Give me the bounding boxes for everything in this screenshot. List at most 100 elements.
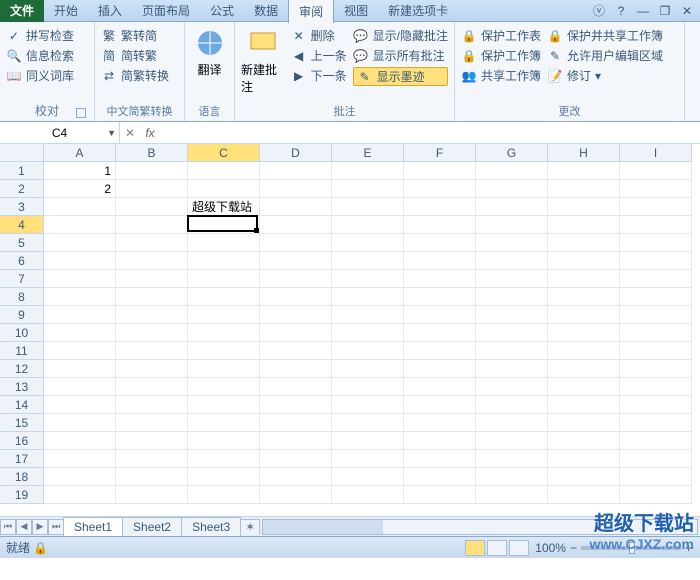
cell-D4[interactable] xyxy=(260,216,332,234)
cell-G2[interactable] xyxy=(476,180,548,198)
cell-E6[interactable] xyxy=(332,252,404,270)
col-header-E[interactable]: E xyxy=(332,144,404,162)
cell-H13[interactable] xyxy=(548,378,620,396)
cell-A13[interactable] xyxy=(44,378,116,396)
row-header-8[interactable]: 8 xyxy=(0,288,44,306)
cell-C15[interactable] xyxy=(188,414,260,432)
worksheet[interactable]: ABCDEFGHI 12345678910111213141516171819 … xyxy=(0,144,700,516)
cell-H8[interactable] xyxy=(548,288,620,306)
new-comment-button[interactable]: 新建批注 xyxy=(241,24,285,95)
cell-I4[interactable] xyxy=(620,216,692,234)
cell-F4[interactable] xyxy=(404,216,476,234)
cell-A15[interactable] xyxy=(44,414,116,432)
cancel-formula-icon[interactable]: ✕ xyxy=(120,126,140,140)
show-all-comments-button[interactable]: 💬显示所有批注 xyxy=(353,47,448,64)
prev-comment-button[interactable]: ◀上一条 xyxy=(291,47,347,64)
cell-G9[interactable] xyxy=(476,306,548,324)
cell-H6[interactable] xyxy=(548,252,620,270)
cell-A8[interactable] xyxy=(44,288,116,306)
research-button[interactable]: 🔍信息检索 xyxy=(6,47,74,64)
cell-G5[interactable] xyxy=(476,234,548,252)
allow-edit-button[interactable]: ✎允许用户编辑区域 xyxy=(547,47,663,64)
cell-E12[interactable] xyxy=(332,360,404,378)
cell-A10[interactable] xyxy=(44,324,116,342)
last-sheet-button[interactable]: ⏭ xyxy=(48,519,64,535)
cell-G18[interactable] xyxy=(476,468,548,486)
cell-B13[interactable] xyxy=(116,378,188,396)
cell-B10[interactable] xyxy=(116,324,188,342)
cell-E2[interactable] xyxy=(332,180,404,198)
row-header-9[interactable]: 9 xyxy=(0,306,44,324)
name-box[interactable]: C4▼ xyxy=(0,122,120,143)
sheet-tab-3[interactable]: Sheet3 xyxy=(181,517,241,536)
translate-button[interactable]: 翻译 xyxy=(191,24,228,78)
tab-layout[interactable]: 页面布局 xyxy=(132,0,200,22)
cell-D13[interactable] xyxy=(260,378,332,396)
delete-comment-button[interactable]: ✕删除 xyxy=(291,27,347,44)
spellcheck-button[interactable]: ✓拼写检查 xyxy=(6,27,74,44)
cell-F19[interactable] xyxy=(404,486,476,504)
cell-E10[interactable] xyxy=(332,324,404,342)
next-sheet-button[interactable]: ▶ xyxy=(32,519,48,535)
cell-I11[interactable] xyxy=(620,342,692,360)
page-break-view-button[interactable] xyxy=(509,540,529,556)
toggle-comment-button[interactable]: 💬显示/隐藏批注 xyxy=(353,27,448,44)
cell-B11[interactable] xyxy=(116,342,188,360)
cell-I14[interactable] xyxy=(620,396,692,414)
show-ink-button[interactable]: ✎显示墨迹 xyxy=(353,67,448,86)
cell-I3[interactable] xyxy=(620,198,692,216)
cell-D19[interactable] xyxy=(260,486,332,504)
cell-A7[interactable] xyxy=(44,270,116,288)
row-header-14[interactable]: 14 xyxy=(0,396,44,414)
row-header-12[interactable]: 12 xyxy=(0,360,44,378)
cell-F5[interactable] xyxy=(404,234,476,252)
cell-G13[interactable] xyxy=(476,378,548,396)
cell-I15[interactable] xyxy=(620,414,692,432)
cell-G1[interactable] xyxy=(476,162,548,180)
cell-C7[interactable] xyxy=(188,270,260,288)
row-header-5[interactable]: 5 xyxy=(0,234,44,252)
cell-D9[interactable] xyxy=(260,306,332,324)
cell-E8[interactable] xyxy=(332,288,404,306)
cell-H15[interactable] xyxy=(548,414,620,432)
cell-A3[interactable] xyxy=(44,198,116,216)
thesaurus-button[interactable]: 📖同义词库 xyxy=(6,67,74,84)
cell-C2[interactable] xyxy=(188,180,260,198)
tab-insert[interactable]: 插入 xyxy=(88,0,132,22)
fx-icon[interactable]: fx xyxy=(140,126,160,140)
cell-B3[interactable] xyxy=(116,198,188,216)
cell-D8[interactable] xyxy=(260,288,332,306)
cell-B12[interactable] xyxy=(116,360,188,378)
cell-C16[interactable] xyxy=(188,432,260,450)
cell-D16[interactable] xyxy=(260,432,332,450)
zoom-level[interactable]: 100% xyxy=(535,541,566,555)
cell-F12[interactable] xyxy=(404,360,476,378)
cell-B17[interactable] xyxy=(116,450,188,468)
cell-C5[interactable] xyxy=(188,234,260,252)
cell-F13[interactable] xyxy=(404,378,476,396)
next-comment-button[interactable]: ▶下一条 xyxy=(291,67,347,84)
cell-B4[interactable] xyxy=(116,216,188,234)
cell-C9[interactable] xyxy=(188,306,260,324)
cell-C13[interactable] xyxy=(188,378,260,396)
cell-F1[interactable] xyxy=(404,162,476,180)
cell-D11[interactable] xyxy=(260,342,332,360)
cell-A18[interactable] xyxy=(44,468,116,486)
cell-H4[interactable] xyxy=(548,216,620,234)
cell-H11[interactable] xyxy=(548,342,620,360)
cell-H16[interactable] xyxy=(548,432,620,450)
cell-F3[interactable] xyxy=(404,198,476,216)
cell-B16[interactable] xyxy=(116,432,188,450)
cell-I2[interactable] xyxy=(620,180,692,198)
row-header-11[interactable]: 11 xyxy=(0,342,44,360)
cell-A6[interactable] xyxy=(44,252,116,270)
cell-C17[interactable] xyxy=(188,450,260,468)
cell-H19[interactable] xyxy=(548,486,620,504)
cell-B14[interactable] xyxy=(116,396,188,414)
col-header-C[interactable]: C xyxy=(188,144,260,162)
first-sheet-button[interactable]: ⏮ xyxy=(0,519,16,535)
cell-C11[interactable] xyxy=(188,342,260,360)
cell-C12[interactable] xyxy=(188,360,260,378)
prev-sheet-button[interactable]: ◀ xyxy=(16,519,32,535)
row-header-15[interactable]: 15 xyxy=(0,414,44,432)
